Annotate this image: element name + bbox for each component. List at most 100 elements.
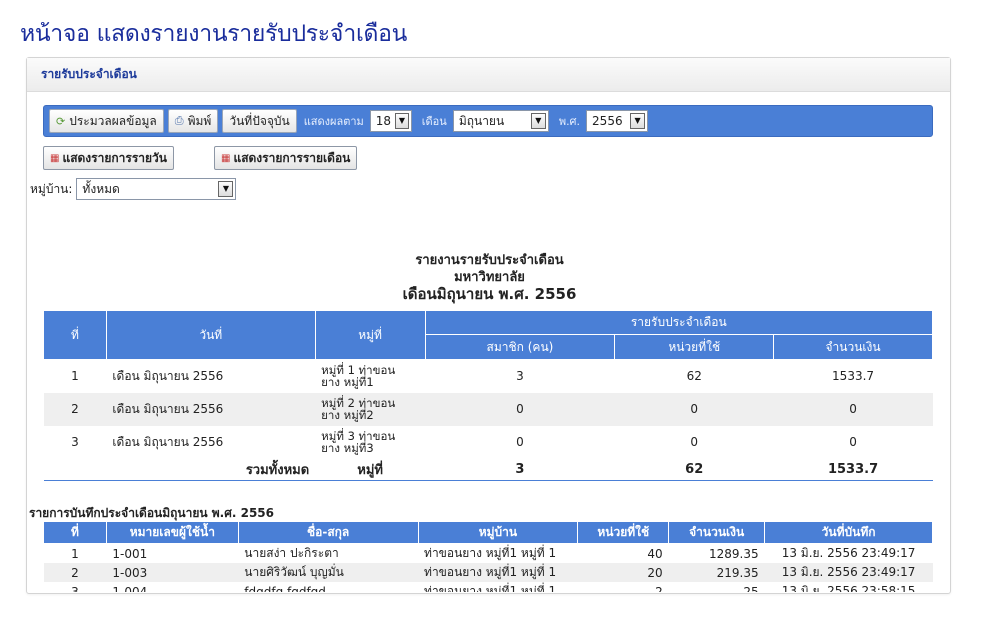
row-members: 0 [425, 392, 615, 426]
total-label: รวมทั้งหมด [106, 458, 316, 481]
process-data-label: ประมวลผลข้อมูล [69, 113, 157, 128]
village-value: ทั้งหมด [82, 181, 120, 196]
show-daily-label: แสดงรายการรายวัน [62, 150, 167, 165]
row-village: ท่าขอนยาง หมู่ที่1 หมู่ที่ 1 [424, 546, 557, 560]
day-select[interactable]: 18 ▼ [369, 110, 412, 132]
summary-table: ที่ วันที่ หมู่ที่ รายรับประจำเดือน สมาช… [43, 310, 934, 481]
row-units: 0 [614, 392, 774, 426]
show-by-label: แสดงผลตาม [303, 115, 364, 128]
panel-body: ⟳ ประมวลผลข้อมูล ⎙ พิมพ์ วันที่ปัจจุบัน … [27, 92, 950, 592]
row-amount: 1533.7 [832, 369, 875, 384]
table-row: 3 1-004 fdgdfg fgdfgd ท่าขอนยาง หมู่ที่1… [43, 582, 933, 592]
detail-table: ที่ หมายเลขผู้ใช้น้ำ ชื่อ-สกุล หมู่บ้าน … [43, 521, 933, 592]
row-amount: 0 [849, 435, 857, 449]
show-daily-button[interactable]: ▦ แสดงรายการรายวัน [43, 146, 174, 170]
row-units: 62 [686, 369, 702, 384]
show-monthly-label: แสดงรายการรายเดือน [233, 150, 351, 165]
dropdown-arrow-icon: ▼ [530, 113, 546, 129]
row-recorded: 13 มิ.ย. 2556 23:49:17 [764, 563, 933, 582]
village-line: ยาง หมู่ที่3 [321, 441, 374, 455]
col-village: หมู่ที่ [314, 310, 426, 360]
total-row: รวมทั้งหมด หมู่ที่ 3 62 1533.7 [43, 458, 933, 481]
process-data-button[interactable]: ⟳ ประมวลผลข้อมูล [49, 109, 164, 133]
year-value: 2556 [592, 114, 623, 128]
document-icon: ▦ [50, 152, 60, 164]
year-select[interactable]: 2556 ▼ [586, 110, 649, 132]
row-no: 2 [43, 563, 107, 582]
col-name: ชื่อ-สกุล [237, 521, 419, 544]
dropdown-arrow-icon: ▼ [630, 113, 646, 129]
row-amount: 219.35 [668, 563, 765, 582]
village-filter: หมู่บ้าน: ทั้งหมด ▼ [30, 178, 237, 200]
col-members: สมาชิก (คน) [424, 334, 616, 360]
row-no: 1 [71, 369, 79, 384]
report-period: เดือนมิถุนายน พ.ศ. 2556 [402, 285, 577, 303]
row-date: เดือน มิถุนายน 2556 [112, 368, 224, 383]
total-members: 3 [425, 458, 615, 481]
dropdown-arrow-icon: ▼ [395, 113, 409, 129]
row-village: หมู่ที่ 3 ท่าขอน ยาง หมู่ที่3 [315, 426, 425, 459]
print-label: พิมพ์ [187, 113, 212, 128]
village-filter-label: หมู่บ้าน: [30, 181, 73, 196]
row-amount: 1289.35 [709, 546, 759, 561]
row-no: 3 [71, 435, 79, 449]
village-line: ยาง หมู่ที่2 [321, 408, 374, 422]
total-amount: 1533.7 [773, 458, 933, 481]
row-no: 3 [43, 582, 107, 592]
row-no: 1 [71, 546, 79, 561]
total-units: 62 [614, 458, 774, 481]
report-heading: รายงานรายรับประจำเดือน มหาวิทยาลัย เดือน… [27, 252, 950, 303]
village-line: ยาง หมู่ที่1 [321, 375, 374, 390]
table-row: 1 1-001 นายสง่า ปะกิระตา ท่าขอนยาง หมู่ท… [44, 544, 933, 564]
row-amount: 25 [668, 582, 765, 592]
row-name: fdgdfg fgdfgd [238, 582, 419, 592]
dropdown-arrow-icon: ▼ [218, 181, 234, 197]
row-name: นายศิริวัฒน์ บุญมั่น [238, 563, 419, 582]
row-village: หมู่ที่ 1 ท่าขอน ยาง หมู่ที่1 [315, 360, 425, 393]
toolbar: ⟳ ประมวลผลข้อมูล ⎙ พิมพ์ วันที่ปัจจุบัน … [43, 105, 933, 137]
show-monthly-button[interactable]: ▦ แสดงรายการรายเดือน [214, 146, 358, 170]
col-no: ที่ [43, 310, 107, 360]
row-meter: 1-004 [106, 582, 239, 592]
row-amount: 0 [773, 392, 933, 426]
page-title: หน้าจอ แสดงรายงานรายรับประจำเดือน [20, 21, 408, 47]
row-members: 0 [516, 435, 524, 449]
table-row: 3 เดือน มิถุนายน 2556 หมู่ที่ 3 ท่าขอน ยา… [44, 426, 933, 459]
report-panel: รายรับประจำเดือน ⟳ ประมวลผลข้อมูล ⎙ พิมพ… [26, 57, 951, 594]
col-units: หน่วยที่ใช้ [577, 521, 670, 544]
total-village: หมู่ที่ [315, 458, 426, 481]
day-value: 18 [375, 114, 392, 128]
report-title: รายงานรายรับประจำเดือน [415, 253, 564, 268]
col-group-income: รายรับประจำเดือน [424, 310, 934, 335]
table-row: 2 เดือน มิถุนายน 2556 หมู่ที่ 2 ท่าขอน ยา… [43, 392, 933, 426]
row-units: 40 [647, 546, 663, 561]
row-date: เดือน มิถุนายน 2556 [112, 434, 224, 449]
row-members: 3 [516, 369, 524, 384]
refresh-icon: ⟳ [56, 114, 66, 128]
row-units: 20 [577, 563, 669, 582]
col-village: หมู่บ้าน [417, 521, 579, 544]
table-row: 2 1-003 นายศิริวัฒน์ บุญมั่น ท่าขอนยาง ห… [43, 563, 933, 582]
printer-icon: ⎙ [174, 114, 184, 127]
print-button[interactable]: ⎙ พิมพ์ [167, 109, 219, 133]
row-meter: 1-001 [112, 546, 148, 561]
row-village: ท่าขอนยาง หมู่ที่1 หมู่ที่ 1 [418, 582, 578, 592]
report-org: มหาวิทยาลัย [454, 270, 525, 285]
row-no: 2 [43, 392, 107, 426]
month-select[interactable]: มิถุนายน ▼ [452, 110, 549, 132]
today-button[interactable]: วันที่ปัจจุบัน [222, 109, 297, 133]
row-village: ท่าขอนยาง หมู่ที่1 หมู่ที่ 1 [418, 563, 578, 582]
village-select[interactable]: ทั้งหมด ▼ [76, 178, 237, 200]
row-meter: 1-003 [106, 563, 239, 582]
row-date: เดือน มิถุนายน 2556 [106, 392, 316, 426]
today-label: วันที่ปัจจุบัน [229, 113, 290, 128]
col-no: ที่ [43, 521, 107, 544]
row-village: หมู่ที่ 2 ท่าขอน ยาง หมู่ที่2 [315, 392, 426, 426]
row-units: 0 [690, 435, 699, 449]
row-units: 2 [577, 582, 669, 592]
month-value: มิถุนายน [458, 113, 505, 128]
row-name: นายสง่า ปะกิระตา [244, 546, 339, 560]
row-recorded: 13 มิ.ย. 2556 23:49:17 [781, 546, 916, 560]
year-label: พ.ศ. [558, 115, 581, 128]
col-date: วันที่ [105, 310, 316, 360]
